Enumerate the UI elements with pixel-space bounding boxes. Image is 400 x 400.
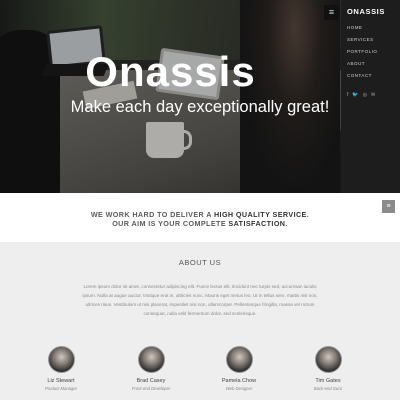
social-links: f 🐦 ◎ ✉ [347,92,375,98]
team-member: Pamela Chow Web Designer [199,346,279,391]
member-role: Product Manager [44,386,78,391]
member-name: Tim Gates [315,378,341,384]
avatar [314,346,342,373]
about-title: ABOUT US [178,258,222,267]
facebook-icon[interactable]: f [347,92,348,98]
hero-section [0,0,400,193]
email-icon[interactable]: ✉ [371,92,375,98]
sidebar-brand[interactable]: ONASSIS [347,7,385,16]
mission-line-2-pre: OUR AIM IS YOUR COMPLETE [112,219,229,228]
menu-toggle-button[interactable]: ≡ [324,5,339,20]
band-menu-button[interactable]: ≡ [382,200,395,213]
sidebar-item-contact[interactable]: CONTACT [347,72,377,84]
member-name: Brad Casey [136,378,166,384]
avatar [47,346,75,373]
team-member: Brad Casey Front-end Developer [111,346,191,391]
member-name: Liz Stewart [47,378,75,384]
hamburger-icon: ≡ [328,7,335,17]
team-member: Liz Stewart Product Manager [21,346,101,391]
member-role: Front-end Developer [131,386,171,391]
member-name: Pamela Chow [221,378,257,384]
mission-line-2: OUR AIM IS YOUR COMPLETE SATISFACTION. [0,219,400,228]
menu-lines-icon: ≡ [386,203,391,210]
mission-line-2-highlight: SATISFACTION [228,219,286,228]
avatar [137,346,165,373]
team-member: Tim Gates Back-end Guru [288,346,368,391]
mission-line-1-pre: WE WORK HARD TO DELIVER A [90,210,214,219]
avatar [225,346,253,373]
hero-tagline: Make each day exceptionally great! [70,98,330,116]
twitter-icon[interactable]: 🐦 [352,92,358,98]
sidebar-item-services[interactable]: SERVICES [347,36,377,48]
mission-line-1-highlight: HIGH QUALITY SERVICE [213,210,307,219]
sidebar-item-home[interactable]: HOME [347,24,377,36]
member-role: Web Designer [225,386,253,391]
hero-overlay [0,0,400,193]
member-role: Back-end Guru [313,386,343,391]
dribbble-icon[interactable]: ◎ [363,92,367,98]
sidebar-item-about[interactable]: ABOUT [347,60,377,72]
sidebar-nav: HOME SERVICES PORTFOLIO ABOUT CONTACT [347,24,377,84]
mission-line-1-post: . [306,210,310,219]
hero-title: Onassis [85,48,256,95]
mission-line-1: WE WORK HARD TO DELIVER A HIGH QUALITY S… [0,210,400,219]
team-section: Liz Stewart Product Manager Brad Casey F… [0,346,400,400]
about-text: Lorem ipsum dolor sit amet, consectetur … [82,284,318,316]
sidebar-item-portfolio[interactable]: PORTFOLIO [347,48,377,60]
mission-line-2-post: . [285,219,288,228]
